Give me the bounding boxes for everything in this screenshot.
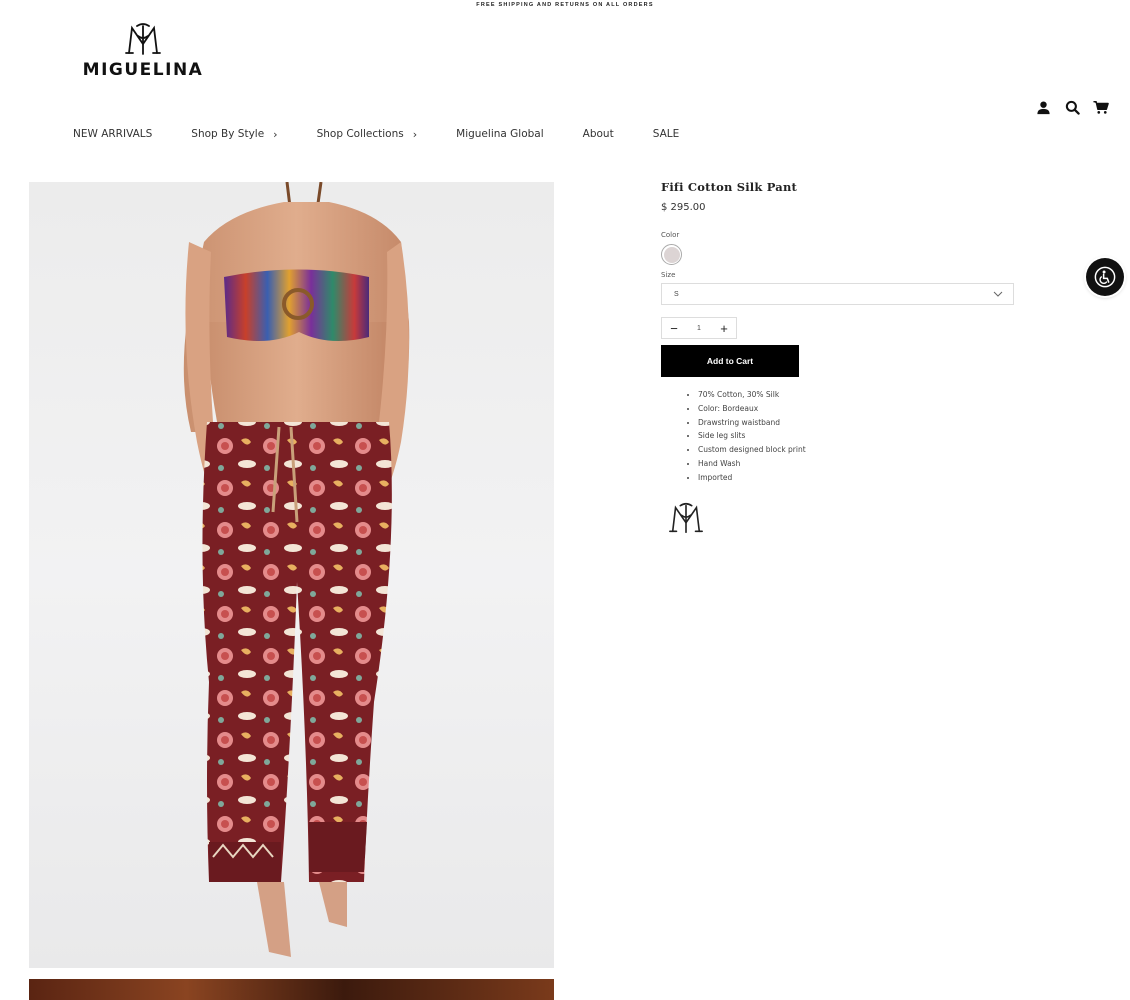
color-label: Color (661, 231, 680, 239)
nav-label: Miguelina Global (456, 128, 544, 140)
nav-shop-by-style[interactable]: Shop By Style › (191, 128, 277, 141)
cart-icon[interactable] (1092, 98, 1110, 116)
accessibility-button[interactable] (1086, 258, 1124, 296)
list-item: Color: Bordeaux (698, 402, 1016, 416)
product-details-list: 70% Cotton, 30% Silk Color: Bordeaux Dra… (661, 388, 1016, 485)
quantity-value[interactable]: 1 (697, 325, 701, 332)
nav-label: Shop By Style (191, 128, 265, 140)
nav-about[interactable]: About (583, 128, 614, 140)
chevron-right-icon: › (412, 127, 418, 141)
add-to-cart-button[interactable]: Add to Cart (661, 345, 799, 377)
list-item: 70% Cotton, 30% Silk (698, 388, 1016, 402)
list-item: Imported (698, 471, 1016, 485)
product-price: $ 295.00 (661, 202, 706, 213)
nav-new-arrivals[interactable]: NEW ARRIVALS (73, 128, 152, 140)
nav-label: About (582, 128, 614, 140)
announcement-bar: FREE SHIPPING AND RETURNS ON ALL ORDERS (476, 2, 654, 8)
list-item: Drawstring waistband (698, 416, 1016, 430)
quantity-decrease-button[interactable]: − (668, 322, 680, 335)
color-swatch-fill (663, 246, 680, 263)
product-image-main[interactable] (29, 182, 554, 968)
chevron-down-icon (993, 291, 1003, 297)
nav-label: SALE (652, 128, 680, 140)
nav-sale[interactable]: SALE (653, 128, 680, 140)
monogram-icon (669, 502, 703, 533)
main-nav: NEW ARRIVALS Shop By Style › Shop Collect… (73, 126, 718, 142)
header-icons (1034, 98, 1110, 116)
monogram-icon (125, 23, 161, 55)
chevron-right-icon: › (273, 127, 278, 141)
list-item: Hand Wash (698, 457, 1016, 471)
nav-shop-collections[interactable]: Shop Collections › (317, 128, 418, 141)
list-item: Side leg slits (698, 429, 1016, 443)
product-photo-illustration (183, 182, 410, 957)
size-selected-value: S (674, 290, 679, 298)
brand-logo[interactable]: MIGUELINA (78, 22, 208, 80)
brand-monogram (667, 501, 1016, 540)
quantity-increase-button[interactable]: + (718, 322, 730, 335)
size-label: Size (661, 271, 676, 279)
nav-label: NEW ARRIVALS (73, 128, 153, 140)
color-swatch[interactable] (661, 244, 682, 265)
brand-name: MIGUELINA (82, 60, 204, 80)
product-image-secondary[interactable] (29, 979, 554, 1000)
list-item: Custom designed block print (698, 443, 1016, 457)
nav-label: Shop Collections (316, 128, 404, 140)
accessibility-icon (1094, 266, 1116, 288)
quantity-stepper: − 1 + (661, 317, 737, 339)
size-select[interactable]: S (661, 283, 1014, 305)
account-icon[interactable] (1034, 98, 1052, 116)
product-title: Fifi Cotton Silk Pant (661, 180, 798, 194)
search-icon[interactable] (1063, 98, 1081, 116)
product-info: Fifi Cotton Silk Pant $ 295.00 Color Siz… (661, 180, 1016, 540)
nav-miguelina-global[interactable]: Miguelina Global (456, 128, 544, 140)
